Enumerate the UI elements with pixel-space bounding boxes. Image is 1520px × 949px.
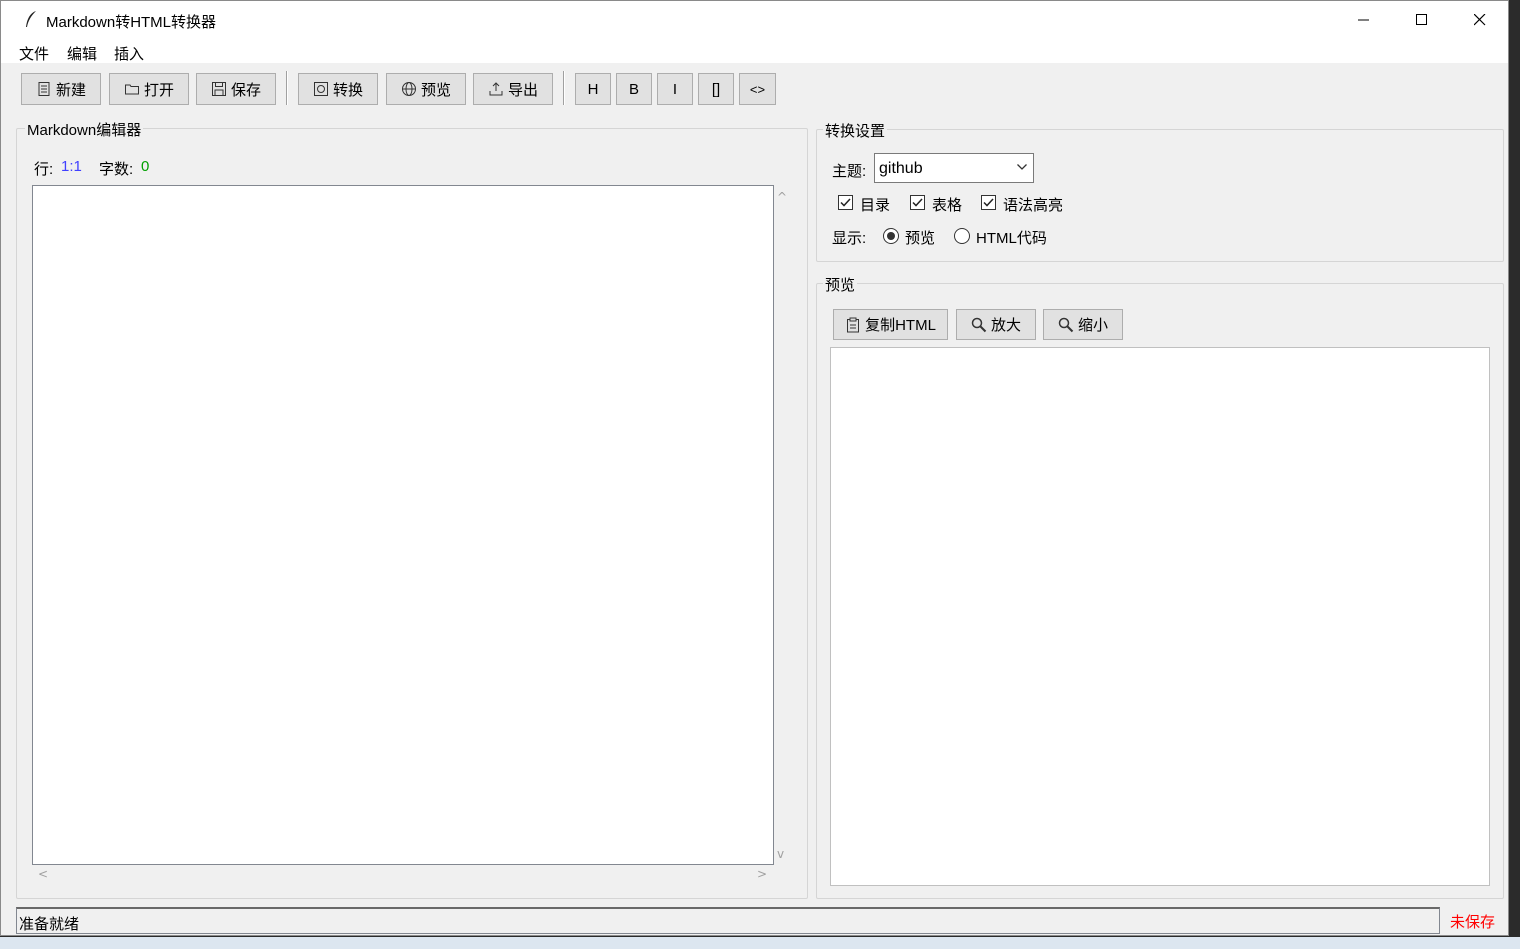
line-label: 行: [34,161,54,178]
globe-icon [401,82,416,96]
char-count-value: 0 [141,158,150,175]
brackets-button[interactable]: [] [698,73,734,105]
highlight-checkbox[interactable] [981,195,996,210]
new-button-label: 新建 [55,81,86,99]
bold-button[interactable]: B [616,73,652,105]
minimize-icon [1358,19,1369,21]
toolbar: 新建 打开 保存 转换 预览 导出 H B I [] <> [1,63,1508,113]
highlight-label: 语法高亮 [1003,197,1064,214]
zoom-in-label: 放大 [990,317,1021,334]
status-text: 准备就绪 [19,916,80,933]
italic-button-label: I [672,80,678,98]
code-button[interactable]: <> [739,73,776,105]
check-icon [983,198,994,207]
scroll-left-arrow[interactable]: < [38,867,48,881]
italic-button[interactable]: I [657,73,693,105]
magnifier-icon [1058,317,1074,332]
char-count-label: 字数: [99,161,134,178]
table-checkbox[interactable] [910,195,925,210]
menu-bar: 文件 编辑 插入 [1,39,1508,63]
copy-html-button[interactable]: 复制HTML [833,309,948,340]
new-button[interactable]: 新建 [21,73,101,105]
app-window: Markdown转HTML转换器 文件 编辑 插入 新建 打开 保存 转换 预览… [0,0,1509,936]
toolbar-separator [563,71,565,105]
save-button[interactable]: 保存 [196,73,276,105]
theme-value: github [879,160,923,177]
clipboard-icon [847,317,860,332]
chevron-down-icon [1017,164,1027,170]
export-icon [489,82,503,96]
settings-group-title: 转换设置 [823,120,888,141]
open-button-label: 打开 [143,81,174,99]
display-preview-radio[interactable] [883,228,899,244]
scroll-right-arrow[interactable]: > [757,867,767,881]
line-value: 1:1 [61,158,82,175]
bold-button-label: B [628,80,639,98]
magnifier-icon [971,317,987,332]
export-button-label: 导出 [507,81,538,99]
floppy-icon [211,82,226,96]
convert-button[interactable]: 转换 [298,73,378,105]
unsaved-indicator: 未保存 [1450,914,1496,931]
menu-insert[interactable]: 插入 [114,43,144,64]
markdown-editor[interactable] [32,185,774,865]
radio-selected-dot [887,232,895,240]
theme-label: 主题: [832,163,867,180]
display-html-radio[interactable] [954,228,970,244]
convert-icon [313,82,328,96]
close-icon [1474,14,1486,26]
close-button[interactable] [1451,1,1509,39]
window-title: Markdown转HTML转换器 [46,14,217,31]
display-html-label: HTML代码 [976,230,1047,247]
folder-icon [124,84,139,95]
heading-button-label: H [587,80,599,98]
zoom-out-label: 缩小 [1077,317,1108,334]
copy-html-label: 复制HTML [865,317,936,334]
preview-pane[interactable] [830,347,1490,886]
preview-group-title: 预览 [823,274,858,295]
editor-group-title: Markdown编辑器 [25,119,144,140]
toc-checkbox[interactable] [838,195,853,210]
menu-file[interactable]: 文件 [19,43,49,64]
zoom-in-button[interactable]: 放大 [956,309,1036,340]
scroll-up-arrow[interactable]: ^ [777,190,787,204]
open-button[interactable]: 打开 [109,73,189,105]
minimize-button[interactable] [1335,1,1393,39]
heading-button[interactable]: H [575,73,611,105]
export-button[interactable]: 导出 [473,73,553,105]
toc-label: 目录 [860,197,891,214]
convert-button-label: 转换 [332,81,363,99]
preview-button[interactable]: 预览 [386,73,466,105]
maximize-icon [1416,14,1427,25]
display-preview-label: 预览 [905,230,936,247]
status-bar: 准备就绪 [16,907,1440,934]
new-file-icon [38,82,50,96]
preview-button-label: 预览 [420,81,451,99]
check-icon [912,198,923,207]
save-button-label: 保存 [230,81,261,99]
table-label: 表格 [932,197,963,214]
title-bar: Markdown转HTML转换器 [1,1,1508,39]
scroll-down-arrow[interactable]: v [777,847,784,861]
feather-icon [26,11,36,27]
zoom-out-button[interactable]: 缩小 [1043,309,1123,340]
theme-select[interactable]: github [874,153,1034,183]
display-label: 显示: [832,230,867,247]
menu-edit[interactable]: 编辑 [67,43,97,64]
maximize-button[interactable] [1393,1,1451,39]
toolbar-separator [286,71,288,105]
taskbar [0,937,1520,949]
brackets-button-label: [] [711,80,721,98]
check-icon [840,198,851,207]
code-button-label: <> [749,81,766,97]
